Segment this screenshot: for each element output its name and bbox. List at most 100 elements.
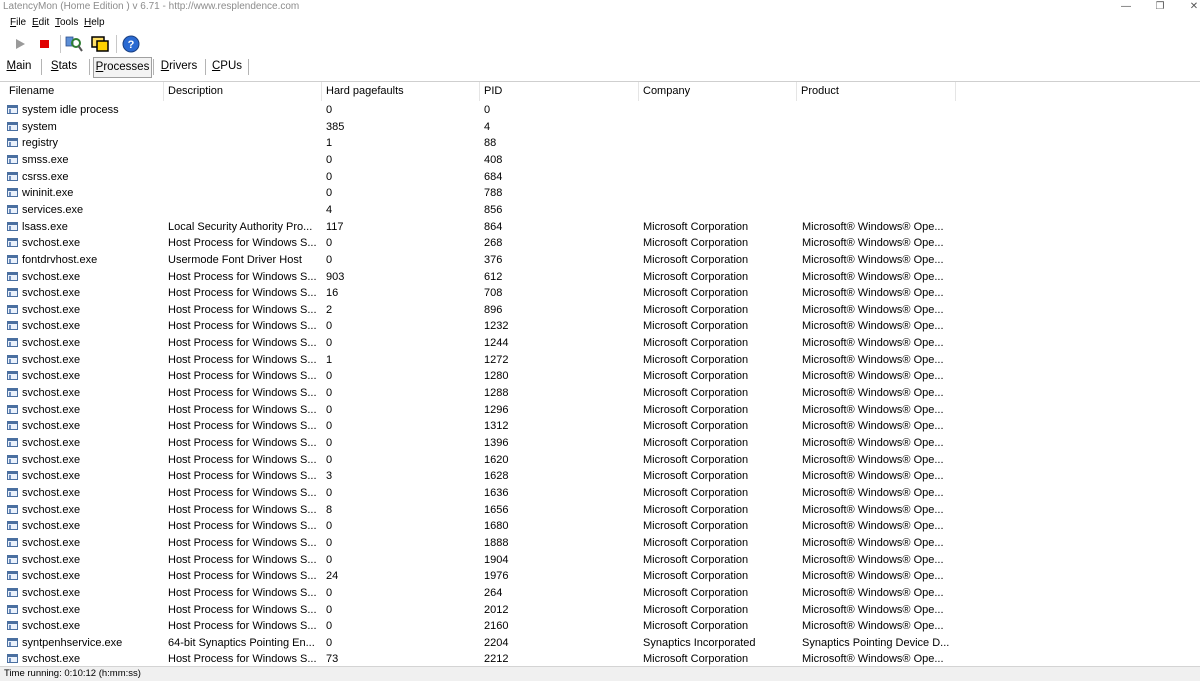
- window-title: LatencyMon (Home Edition ) v 6.71 - http…: [3, 1, 300, 12]
- table-row[interactable]: lsass.exe Local Security Authority Pro...…: [0, 219, 1200, 236]
- company-cell: Microsoft Corporation: [643, 520, 749, 533]
- description-cell: [168, 169, 318, 185]
- filename-cell: svchost.exe: [22, 387, 81, 400]
- table-row[interactable]: services.exe 4 856: [0, 202, 1200, 219]
- hard-pagefaults-cell: 2: [326, 303, 333, 316]
- filename-cell: svchost.exe: [22, 470, 81, 483]
- col-product-header[interactable]: Product: [797, 82, 956, 101]
- company-cell: Microsoft Corporation: [643, 403, 749, 416]
- table-row[interactable]: svchost.exe Host Process for Windows S...…: [0, 552, 1200, 569]
- table-row[interactable]: svchost.exe Host Process for Windows S...…: [0, 402, 1200, 419]
- hard-pagefaults-cell: 0: [326, 553, 333, 566]
- description-cell: Host Process for Windows S...: [168, 337, 317, 350]
- company-cell: Microsoft Corporation: [643, 370, 749, 383]
- table-row[interactable]: svchost.exe Host Process for Windows S...…: [0, 352, 1200, 369]
- description-cell: 64-bit Synaptics Pointing En...: [168, 636, 315, 649]
- table-row[interactable]: svchost.exe Host Process for Windows S...…: [0, 535, 1200, 552]
- col-hard-pagefaults-header[interactable]: Hard pagefaults: [322, 82, 480, 101]
- table-row[interactable]: svchost.exe Host Process for Windows S...…: [0, 285, 1200, 302]
- tab-drivers[interactable]: Drivers: [158, 57, 200, 76]
- process-icon: [7, 421, 18, 431]
- pid-cell: 2012: [484, 603, 509, 616]
- col-filename-header[interactable]: Filename: [5, 82, 164, 101]
- windows-icon: [91, 36, 109, 52]
- process-list[interactable]: Filename Description Hard pagefaults PID Com…: [0, 81, 1200, 667]
- tab-processes[interactable]: Processes: [93, 57, 152, 78]
- company-cell: Microsoft Corporation: [643, 337, 749, 350]
- menu-edit[interactable]: Edit: [32, 17, 49, 28]
- description-cell: Host Process for Windows S...: [168, 536, 317, 549]
- product-cell: Microsoft® Windows® Ope...: [802, 270, 944, 283]
- table-row[interactable]: csrss.exe 0 684: [0, 169, 1200, 186]
- description-cell: [168, 152, 318, 168]
- search-button[interactable]: [64, 34, 84, 54]
- company-cell: Microsoft Corporation: [643, 470, 749, 483]
- table-row[interactable]: svchost.exe Host Process for Windows S...…: [0, 468, 1200, 485]
- pid-cell: 1280: [484, 370, 509, 383]
- hard-pagefaults-cell: 0: [326, 520, 333, 533]
- toolbar-separator: [60, 35, 61, 53]
- table-row[interactable]: svchost.exe Host Process for Windows S...…: [0, 585, 1200, 602]
- product-cell: Microsoft® Windows® Ope...: [802, 486, 944, 499]
- table-row[interactable]: svchost.exe Host Process for Windows S...…: [0, 418, 1200, 435]
- table-row[interactable]: svchost.exe Host Process for Windows S...…: [0, 302, 1200, 319]
- product-cell: [802, 102, 952, 118]
- play-button[interactable]: [10, 34, 30, 54]
- tab-cpus[interactable]: CPUs: [210, 57, 244, 76]
- table-row[interactable]: svchost.exe Host Process for Windows S...…: [0, 452, 1200, 469]
- table-row[interactable]: smss.exe 0 408: [0, 152, 1200, 169]
- product-cell: [802, 185, 952, 201]
- col-pid-header[interactable]: PID: [480, 82, 639, 101]
- hard-pagefaults-cell: 0: [326, 187, 333, 200]
- col-description-header[interactable]: Description: [164, 82, 322, 101]
- hard-pagefaults-cell: 73: [326, 653, 339, 666]
- table-row[interactable]: svchost.exe Host Process for Windows S...…: [0, 435, 1200, 452]
- description-cell: Host Process for Windows S...: [168, 570, 317, 583]
- process-icon: [7, 404, 18, 414]
- tab-main[interactable]: Main: [3, 57, 35, 76]
- description-cell: [168, 202, 318, 218]
- table-row[interactable]: registry 1 88: [0, 135, 1200, 152]
- table-row[interactable]: wininit.exe 0 788: [0, 185, 1200, 202]
- hard-pagefaults-cell: 0: [326, 104, 333, 116]
- menu-help[interactable]: Help: [84, 17, 105, 28]
- table-row[interactable]: syntpenhservice.exe 64-bit Synaptics Poin…: [0, 635, 1200, 652]
- stop-button[interactable]: [35, 34, 55, 54]
- table-row[interactable]: system idle process 0 0: [0, 102, 1200, 119]
- process-icon: [7, 221, 18, 231]
- table-row[interactable]: svchost.exe Host Process for Windows S...…: [0, 269, 1200, 286]
- hard-pagefaults-cell: 16: [326, 287, 339, 300]
- help-button[interactable]: ?: [121, 34, 141, 54]
- company-cell: Microsoft Corporation: [643, 486, 749, 499]
- table-row[interactable]: svchost.exe Host Process for Windows S...…: [0, 235, 1200, 252]
- table-row[interactable]: svchost.exe Host Process for Windows S...…: [0, 368, 1200, 385]
- tab-stats[interactable]: Stats: [48, 57, 80, 76]
- process-icon: [7, 204, 18, 214]
- table-row[interactable]: svchost.exe Host Process for Windows S...…: [0, 518, 1200, 535]
- table-row[interactable]: svchost.exe Host Process for Windows S...…: [0, 618, 1200, 635]
- hard-pagefaults-cell: 24: [326, 570, 339, 583]
- maximize-button[interactable]: ❐: [1142, 0, 1178, 14]
- product-cell: Microsoft® Windows® Ope...: [802, 403, 944, 416]
- col-company-header[interactable]: Company: [639, 82, 797, 101]
- table-row[interactable]: fontdrvhost.exe Usermode Font Driver Host…: [0, 252, 1200, 269]
- description-cell: Host Process for Windows S...: [168, 603, 317, 616]
- description-cell: Host Process for Windows S...: [168, 403, 317, 416]
- close-button[interactable]: ✕: [1176, 0, 1200, 14]
- table-row[interactable]: system 385 4: [0, 119, 1200, 136]
- table-row[interactable]: svchost.exe Host Process for Windows S...…: [0, 335, 1200, 352]
- table-row[interactable]: svchost.exe Host Process for Windows S...…: [0, 568, 1200, 585]
- table-row[interactable]: svchost.exe Host Process for Windows S...…: [0, 318, 1200, 335]
- table-row[interactable]: svchost.exe Host Process for Windows S...…: [0, 651, 1200, 667]
- minimize-button[interactable]: —: [1108, 0, 1144, 14]
- process-icon: [7, 288, 18, 298]
- product-cell: Microsoft® Windows® Ope...: [802, 653, 944, 666]
- table-row[interactable]: svchost.exe Host Process for Windows S...…: [0, 385, 1200, 402]
- table-row[interactable]: svchost.exe Host Process for Windows S...…: [0, 485, 1200, 502]
- table-row[interactable]: svchost.exe Host Process for Windows S...…: [0, 602, 1200, 619]
- windows-button[interactable]: [90, 34, 110, 54]
- menu-file[interactable]: File: [10, 17, 26, 28]
- menu-tools[interactable]: Tools: [55, 17, 78, 28]
- company-cell: [643, 152, 793, 168]
- table-row[interactable]: svchost.exe Host Process for Windows S...…: [0, 502, 1200, 519]
